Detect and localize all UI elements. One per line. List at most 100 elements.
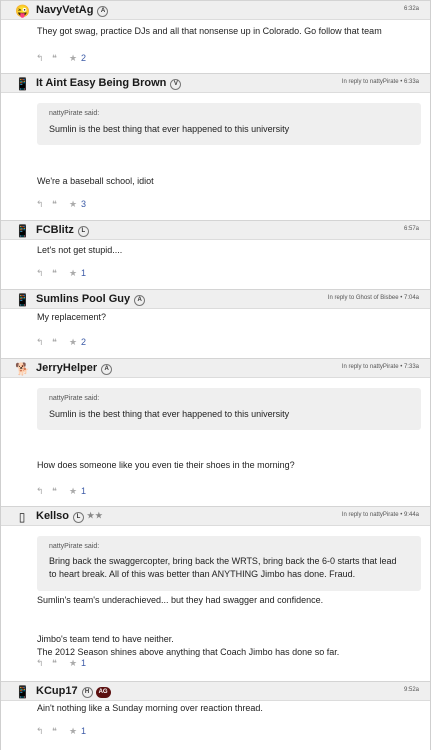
star-icon[interactable]: ★ bbox=[69, 336, 77, 348]
post-body: My replacement? ↰ ❝ ★ 2 bbox=[1, 309, 430, 358]
avatar-icon[interactable]: 📱 bbox=[15, 77, 30, 91]
quote-icon[interactable]: ❝ bbox=[52, 657, 57, 669]
post-body: They got swag, practice DJs and all that… bbox=[1, 20, 430, 73]
post-meta[interactable]: 9:52a bbox=[404, 687, 419, 693]
username-text[interactable]: NavyVetAg bbox=[36, 4, 93, 16]
post-body: nattyPirate said: Bring back the swaggerc… bbox=[1, 526, 430, 681]
reply-icon[interactable]: ↰ bbox=[36, 52, 44, 64]
post-text: Let's not get stupid.... bbox=[37, 245, 123, 255]
post-actions: ↰ ❝ ★ 1 bbox=[36, 725, 156, 737]
quote-author[interactable]: nattyPirate said: bbox=[49, 395, 99, 402]
avatar-icon[interactable]: 📱 bbox=[15, 224, 30, 238]
post-text: They got swag, practice DJs and all that… bbox=[37, 26, 382, 36]
username[interactable]: Sumlins Pool Guy A bbox=[36, 293, 146, 306]
post-header: 😜 NavyVetAg A 6:32a bbox=[1, 0, 430, 20]
like-count[interactable]: 1 bbox=[81, 485, 86, 497]
quote-text: Sumlin is the best thing that ever happe… bbox=[49, 124, 290, 134]
post-text: Ain't nothing like a Sunday morning over… bbox=[37, 703, 263, 713]
post: 📱 Sumlins Pool Guy A In reply to Ghost of B… bbox=[0, 289, 431, 358]
like-count[interactable]: 1 bbox=[81, 657, 86, 669]
star-icon[interactable]: ★ bbox=[69, 52, 77, 64]
post-meta[interactable]: 6:32a bbox=[404, 6, 419, 12]
username[interactable]: Kellso L ★★ bbox=[36, 510, 103, 523]
post-actions: ↰ ❝ ★ 1 bbox=[36, 657, 156, 669]
reply-icon[interactable]: ↰ bbox=[36, 485, 44, 497]
post-meta[interactable]: 6:57a bbox=[404, 226, 419, 232]
username-text[interactable]: KCup17 bbox=[36, 685, 78, 697]
star-icon[interactable]: ★ bbox=[69, 725, 77, 737]
like-count[interactable]: 3 bbox=[81, 198, 86, 210]
reply-icon[interactable]: ↰ bbox=[36, 725, 44, 737]
reply-icon[interactable]: ↰ bbox=[36, 657, 44, 669]
post-feed: 😜 NavyVetAg A 6:32a They got swag, practice … bbox=[0, 0, 431, 750]
username-text[interactable]: Sumlins Pool Guy bbox=[36, 293, 130, 305]
star-icon[interactable]: ★ bbox=[69, 657, 77, 669]
post: 📱 It Aint Easy Being Brown V In reply to na… bbox=[0, 73, 431, 220]
username[interactable]: JerryHelper A bbox=[36, 362, 113, 375]
star-icon[interactable]: ★ bbox=[69, 198, 77, 210]
post-header: 📱 Sumlins Pool Guy A In reply to Ghost of B… bbox=[1, 289, 430, 309]
post-actions: ↰ ❝ ★ 2 bbox=[36, 336, 156, 348]
user-badge: A bbox=[97, 6, 109, 17]
post-text: Jimbo's team tend to have neither. bbox=[37, 634, 174, 644]
username[interactable]: KCup17 H AG bbox=[36, 685, 111, 698]
rating-stars: ★★ bbox=[87, 511, 104, 520]
post-actions: ↰ ❝ ★ 3 bbox=[36, 198, 156, 210]
quote-icon[interactable]: ❝ bbox=[52, 725, 57, 737]
user-badge: A bbox=[101, 364, 113, 375]
quote-text: to heart break. All of this was better t… bbox=[49, 569, 356, 579]
username[interactable]: NavyVetAg A bbox=[36, 4, 109, 17]
post-meta[interactable]: In reply to nattyPirate • 6:33a bbox=[342, 79, 419, 85]
avatar-icon[interactable]: 📱 bbox=[15, 685, 30, 699]
username-text[interactable]: FCBlitz bbox=[36, 224, 74, 236]
post-text: Sumlin's team's underachieved... but the… bbox=[37, 595, 324, 605]
username[interactable]: It Aint Easy Being Brown V bbox=[36, 77, 182, 90]
avatar-icon[interactable]: 📱 bbox=[15, 293, 30, 307]
post: 🐕 JerryHelper A In reply to nattyPirate • 7… bbox=[0, 358, 431, 506]
user-badge: A bbox=[134, 295, 146, 306]
post-actions: ↰ ❝ ★ 2 bbox=[36, 52, 156, 64]
quote-author[interactable]: nattyPirate said: bbox=[49, 543, 99, 550]
like-count[interactable]: 2 bbox=[81, 336, 86, 348]
post: 😜 NavyVetAg A 6:32a They got swag, practice … bbox=[0, 0, 431, 73]
reply-icon[interactable]: ↰ bbox=[36, 336, 44, 348]
quote-block: nattyPirate said: Sumlin is the best thin… bbox=[37, 388, 421, 430]
post-text: How does someone like you even tie their… bbox=[37, 460, 295, 470]
post: 📱 FCBlitz L 6:57a Let's not get stupid.... ↰ ❝… bbox=[0, 220, 431, 289]
star-icon[interactable]: ★ bbox=[69, 485, 77, 497]
quote-icon[interactable]: ❝ bbox=[52, 267, 57, 279]
quote-icon[interactable]: ❝ bbox=[52, 52, 57, 64]
avatar-icon[interactable]: ▯ bbox=[15, 510, 29, 524]
post-body: Ain't nothing like a Sunday morning over… bbox=[1, 701, 430, 750]
quote-icon[interactable]: ❝ bbox=[52, 485, 57, 497]
user-badge: H bbox=[81, 687, 93, 698]
post-header: 🐕 JerryHelper A In reply to nattyPirate • 7… bbox=[1, 358, 430, 378]
post-meta[interactable]: In reply to nattyPirate • 9:44a bbox=[342, 512, 419, 518]
like-count[interactable]: 1 bbox=[81, 725, 86, 737]
post-meta[interactable]: In reply to nattyPirate • 7:33a bbox=[342, 364, 419, 370]
post-actions: ↰ ❝ ★ 1 bbox=[36, 485, 156, 497]
username-text[interactable]: JerryHelper bbox=[36, 362, 97, 374]
avatar-icon[interactable]: 😜 bbox=[15, 4, 30, 18]
user-badge: V bbox=[170, 79, 182, 90]
star-icon[interactable]: ★ bbox=[69, 267, 77, 279]
post-body: nattyPirate said: Sumlin is the best thin… bbox=[1, 93, 430, 220]
like-count[interactable]: 2 bbox=[81, 52, 86, 64]
post-body: nattyPirate said: Sumlin is the best thin… bbox=[1, 378, 430, 506]
quote-icon[interactable]: ❝ bbox=[52, 198, 57, 210]
quote-author[interactable]: nattyPirate said: bbox=[49, 110, 99, 117]
username[interactable]: FCBlitz L bbox=[36, 224, 89, 237]
username-text[interactable]: Kellso bbox=[36, 510, 69, 522]
reply-icon[interactable]: ↰ bbox=[36, 198, 44, 210]
post: ▯ Kellso L ★★ In reply to nattyPirate • 9:44… bbox=[0, 506, 431, 681]
post-header: 📱 It Aint Easy Being Brown V In reply to na… bbox=[1, 73, 430, 93]
quote-icon[interactable]: ❝ bbox=[52, 336, 57, 348]
quote-block: nattyPirate said: Sumlin is the best thin… bbox=[37, 103, 421, 145]
post-header: 📱 FCBlitz L 6:57a bbox=[1, 220, 430, 240]
username-text[interactable]: It Aint Easy Being Brown bbox=[36, 77, 166, 89]
like-count[interactable]: 1 bbox=[81, 267, 86, 279]
post-meta[interactable]: In reply to Ghost of Bisbee • 7:04a bbox=[328, 295, 419, 301]
quote-text: Sumlin is the best thing that ever happe… bbox=[49, 409, 290, 419]
reply-icon[interactable]: ↰ bbox=[36, 267, 44, 279]
avatar-icon[interactable]: 🐕 bbox=[15, 362, 30, 376]
